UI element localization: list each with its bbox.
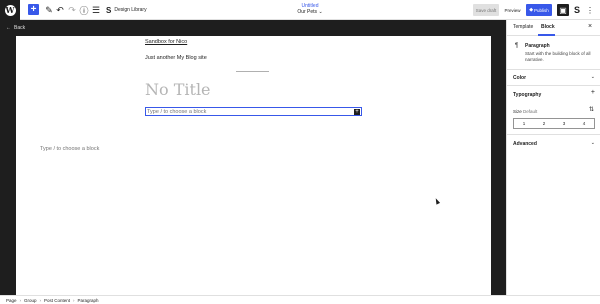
- breadcrumb-item[interactable]: Group: [24, 298, 37, 303]
- panel-advanced[interactable]: Advanced ⌄: [507, 134, 600, 150]
- preview-button[interactable]: Preview: [502, 4, 523, 16]
- breadcrumb-item[interactable]: Post Content: [44, 298, 70, 303]
- document-title-bar[interactable]: Untitled Our Pets ⌄: [280, 3, 340, 15]
- inline-inserter-plus-icon[interactable]: +: [354, 109, 360, 115]
- design-library-button[interactable]: S Design Library: [106, 4, 147, 16]
- post-title-input[interactable]: No Title: [145, 80, 211, 99]
- template-label: Our Pets: [297, 9, 318, 15]
- breadcrumb-separator: ›: [19, 297, 22, 303]
- add-block-button[interactable]: +: [28, 4, 39, 15]
- editor-canvas[interactable]: Sandbox for Nico Just another My Blog si…: [16, 36, 491, 295]
- settings-icon: ▣: [559, 5, 567, 15]
- font-size-label: Size Default: [513, 109, 537, 114]
- tab-block[interactable]: Block: [541, 24, 555, 30]
- edit-tool-icon[interactable]: ✎: [44, 4, 54, 16]
- custom-size-icon[interactable]: ⇅: [589, 106, 594, 113]
- append-block-placeholder[interactable]: Type / to choose a block: [40, 146, 99, 152]
- more-vertical-icon: ⋮: [586, 5, 594, 15]
- breadcrumb-item[interactable]: Page: [6, 298, 17, 303]
- wordpress-icon: W: [4, 4, 16, 16]
- font-size-picker: 1 2 3 4: [513, 118, 595, 129]
- settings-sidebar: Template Block × ¶ Paragraph Start with …: [506, 20, 600, 295]
- save-draft-button[interactable]: Save draft: [473, 4, 499, 16]
- chevron-down-icon: ⌄: [590, 140, 595, 146]
- font-size-option[interactable]: 1: [514, 119, 534, 128]
- size-value: Default: [523, 109, 538, 114]
- editor-toolbar: W + ✎ ↶ ↷ ⓘ ☰ S Design Library Untitled …: [0, 0, 600, 20]
- design-library-label: Design Library: [114, 7, 147, 13]
- undo-icon[interactable]: ↶: [55, 4, 65, 16]
- block-name: Paragraph: [525, 43, 550, 49]
- editor-canvas-frame: ← Back Sandbox for Nico Just another My …: [0, 20, 506, 295]
- breadcrumb-item[interactable]: Paragraph: [78, 298, 99, 303]
- plugin-sidebar-button[interactable]: S: [572, 4, 582, 16]
- chevron-down-icon: ⌄: [590, 74, 595, 80]
- design-library-icon: S: [106, 5, 112, 15]
- wordpress-logo-button[interactable]: W: [0, 0, 20, 20]
- block-placeholder: Type / to choose a block: [147, 108, 207, 115]
- details-info-icon[interactable]: ⓘ: [79, 4, 89, 16]
- settings-toggle-button[interactable]: ▣: [557, 4, 569, 16]
- site-tagline[interactable]: Just another My Blog site: [145, 55, 207, 61]
- publish-button[interactable]: ◆ Publish: [526, 4, 552, 16]
- back-button[interactable]: ← Back: [6, 25, 25, 31]
- publish-label: Publish: [534, 7, 549, 13]
- separator-block[interactable]: [236, 71, 269, 72]
- panel-color[interactable]: Color ⌄: [507, 69, 600, 85]
- block-description: Start with the building block of all nar…: [525, 51, 591, 62]
- sidebar-tabs: Template Block ×: [507, 20, 600, 36]
- site-title[interactable]: Sandbox for Nico: [145, 39, 187, 45]
- list-view-icon[interactable]: ☰: [91, 4, 101, 16]
- paragraph-icon: ¶: [515, 43, 519, 49]
- breadcrumb-separator: ›: [73, 297, 75, 303]
- block-breadcrumb: Page › Group › Post Content › Paragraph: [0, 295, 600, 304]
- back-label: Back: [14, 25, 26, 31]
- publish-icon: ◆: [529, 7, 534, 13]
- font-size-option[interactable]: 4: [574, 119, 594, 128]
- breadcrumb-separator: ›: [39, 297, 42, 303]
- chevron-down-icon: ⌄: [318, 9, 323, 15]
- active-tab-indicator: [538, 34, 555, 36]
- plugin-icon: S: [573, 5, 580, 15]
- panel-color-label: Color: [513, 75, 527, 81]
- options-menu-button[interactable]: ⋮: [586, 4, 594, 16]
- typography-add-icon[interactable]: +: [591, 89, 595, 96]
- close-icon[interactable]: ×: [588, 23, 592, 30]
- panel-typography-label: Typography: [513, 92, 542, 98]
- size-label: Size: [513, 109, 522, 114]
- panel-advanced-label: Advanced: [513, 141, 537, 147]
- paragraph-block-input[interactable]: Type / to choose a block +: [145, 107, 362, 116]
- document-template-name: Our Pets ⌄: [280, 9, 340, 15]
- font-size-option[interactable]: 2: [534, 119, 554, 128]
- tab-template[interactable]: Template: [513, 24, 533, 30]
- arrow-left-icon: ←: [6, 25, 11, 31]
- redo-icon[interactable]: ↷: [67, 4, 77, 16]
- font-size-option[interactable]: 3: [554, 119, 574, 128]
